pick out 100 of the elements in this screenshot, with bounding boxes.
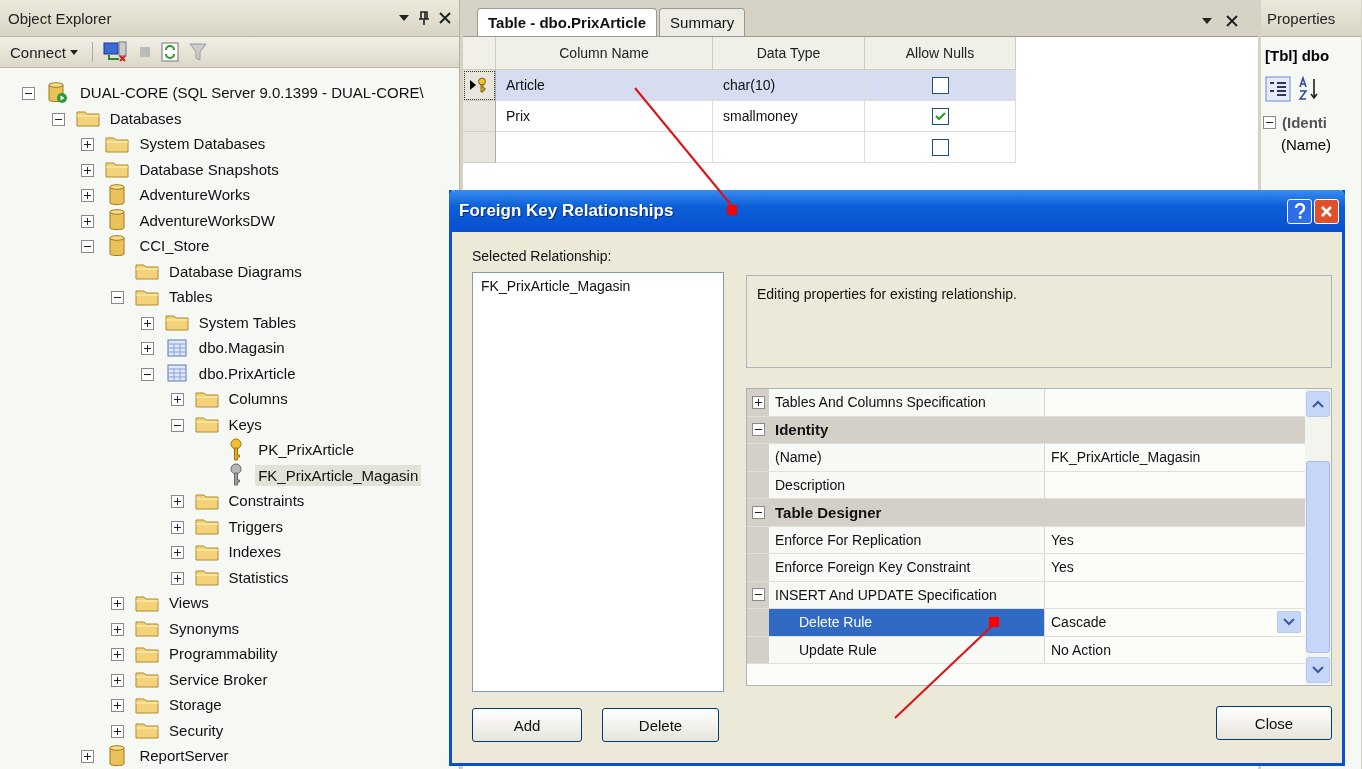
expander-icon[interactable] [51, 112, 65, 126]
folder-icon [105, 160, 130, 179]
dropdown-icon[interactable] [399, 15, 409, 21]
property-name[interactable]: Enforce For Replication [769, 526, 1045, 553]
expander-icon[interactable] [111, 622, 125, 636]
expander-icon[interactable] [81, 750, 95, 764]
dialog-title: Foreign Key Relationships [459, 201, 674, 221]
expander-icon[interactable] [170, 546, 184, 560]
expander-icon[interactable] [751, 395, 765, 409]
pin-icon[interactable] [419, 11, 429, 25]
expander-icon[interactable] [111, 699, 125, 713]
tree-item[interactable]: Database Diagrams [166, 260, 305, 282]
tree-item[interactable]: FK_PrixArticle_Magasin [255, 464, 422, 486]
tree-item[interactable]: Indexes [225, 541, 285, 563]
row-header[interactable] [463, 70, 496, 101]
tree-item[interactable]: Security [166, 719, 227, 741]
database-icon [109, 209, 126, 232]
checkbox[interactable] [931, 107, 949, 125]
close-button[interactable]: Close [1216, 706, 1332, 740]
tree-item[interactable]: Columns [225, 388, 291, 410]
tree-item[interactable]: Triggers [225, 515, 286, 537]
sort-alphabetical-icon[interactable] [1297, 76, 1321, 102]
close-button[interactable] [1314, 198, 1339, 224]
document-tab[interactable]: Summary [659, 8, 746, 36]
column-header[interactable]: Data Type [713, 37, 865, 70]
tree-item[interactable]: Storage [166, 694, 225, 716]
expander-icon[interactable] [111, 597, 125, 611]
folder-icon [135, 619, 160, 638]
tree-item[interactable]: CCI_Store [136, 235, 213, 257]
tree-item[interactable]: Service Broker [166, 668, 271, 690]
tree-item[interactable]: Database Snapshots [136, 158, 282, 180]
expander-icon[interactable] [170, 495, 184, 509]
expander-icon[interactable] [111, 648, 125, 662]
expander-icon[interactable] [170, 520, 184, 534]
expander-icon[interactable] [111, 724, 125, 738]
checkbox[interactable] [931, 138, 949, 156]
checkbox[interactable] [931, 76, 949, 94]
tree-item[interactable]: Statistics [225, 566, 292, 588]
property-name[interactable]: Tables And Columns Specification [769, 389, 1045, 416]
expander-icon[interactable] [751, 423, 765, 437]
tree-item[interactable]: PK_PrixArticle [255, 439, 358, 461]
folder-icon [105, 134, 130, 153]
document-tab[interactable]: Table - dbo.PrixArticle [477, 8, 658, 36]
tree-item[interactable]: Databases [106, 107, 185, 129]
categorized-icon[interactable] [1265, 76, 1291, 102]
expander-icon[interactable] [1263, 116, 1276, 129]
close-icon[interactable] [439, 12, 451, 24]
tree-item[interactable]: Constraints [225, 490, 308, 512]
dropdown-button[interactable] [1277, 611, 1301, 634]
server-icon [47, 81, 69, 104]
tree-item[interactable]: ReportServer [136, 745, 232, 767]
close-icon[interactable] [1226, 15, 1238, 27]
expander-icon[interactable] [140, 316, 154, 330]
column-header[interactable]: Column Name [496, 37, 713, 70]
property-name[interactable]: INSERT And UPDATE Specification [769, 581, 1045, 608]
property-name[interactable]: Enforce Foreign Key Constraint [769, 554, 1045, 581]
property-name[interactable]: Update Rule [769, 636, 1045, 663]
description-text: Editing properties for existing relationship. [746, 275, 1332, 368]
expander-icon[interactable] [81, 189, 95, 203]
expander-icon[interactable] [111, 291, 125, 305]
tree-item[interactable]: dbo.Magasin [195, 337, 288, 359]
tree-item[interactable]: AdventureWorks [136, 184, 253, 206]
expander-icon[interactable] [170, 418, 184, 432]
connect-button[interactable]: Connect [6, 43, 82, 61]
delete-button[interactable]: Delete [602, 708, 719, 742]
refresh-icon[interactable] [160, 42, 179, 62]
expander-icon[interactable] [751, 505, 765, 519]
property-value: Yes [1051, 531, 1074, 548]
tree-item[interactable]: Keys [225, 413, 265, 435]
disconnect-icon[interactable] [102, 41, 129, 63]
expander-icon[interactable] [140, 367, 154, 381]
expander-icon[interactable] [81, 138, 95, 152]
property-name[interactable]: Description [769, 471, 1045, 498]
tree-item[interactable]: System Databases [136, 133, 269, 155]
dropdown-icon[interactable] [1202, 18, 1212, 24]
expander-icon[interactable] [22, 87, 35, 101]
tree-item[interactable]: Tables [166, 286, 216, 308]
add-button[interactable]: Add [472, 708, 582, 742]
expander-icon[interactable] [81, 240, 95, 254]
column-header[interactable]: Allow Nulls [865, 37, 1016, 70]
help-button[interactable] [1287, 198, 1312, 224]
tree-item[interactable]: System Tables [195, 311, 300, 333]
property-name[interactable]: Delete Rule [769, 609, 1045, 636]
tree-item[interactable]: Views [166, 592, 212, 614]
expander-icon[interactable] [170, 571, 184, 585]
list-item[interactable]: FK_PrixArticle_Magasin [479, 277, 717, 295]
expander-icon[interactable] [140, 342, 154, 356]
property-name[interactable]: (Name) [1261, 133, 1361, 156]
expander-icon[interactable] [751, 588, 765, 602]
expander-icon[interactable] [81, 163, 95, 177]
tree-item[interactable]: dbo.PrixArticle [195, 362, 299, 384]
scrollbar[interactable] [1305, 389, 1331, 685]
property-name[interactable]: (Name) [769, 444, 1045, 471]
expander-icon[interactable] [170, 393, 184, 407]
expander-icon[interactable] [81, 214, 95, 228]
tree-item[interactable]: Programmability [166, 643, 281, 665]
tree-item[interactable]: AdventureWorksDW [136, 209, 278, 231]
tree-item[interactable]: DUAL-CORE (SQL Server 9.0.1399 - DUAL-CORE\ [77, 82, 427, 104]
expander-icon[interactable] [111, 673, 125, 687]
tree-item[interactable]: Synonyms [166, 617, 243, 639]
